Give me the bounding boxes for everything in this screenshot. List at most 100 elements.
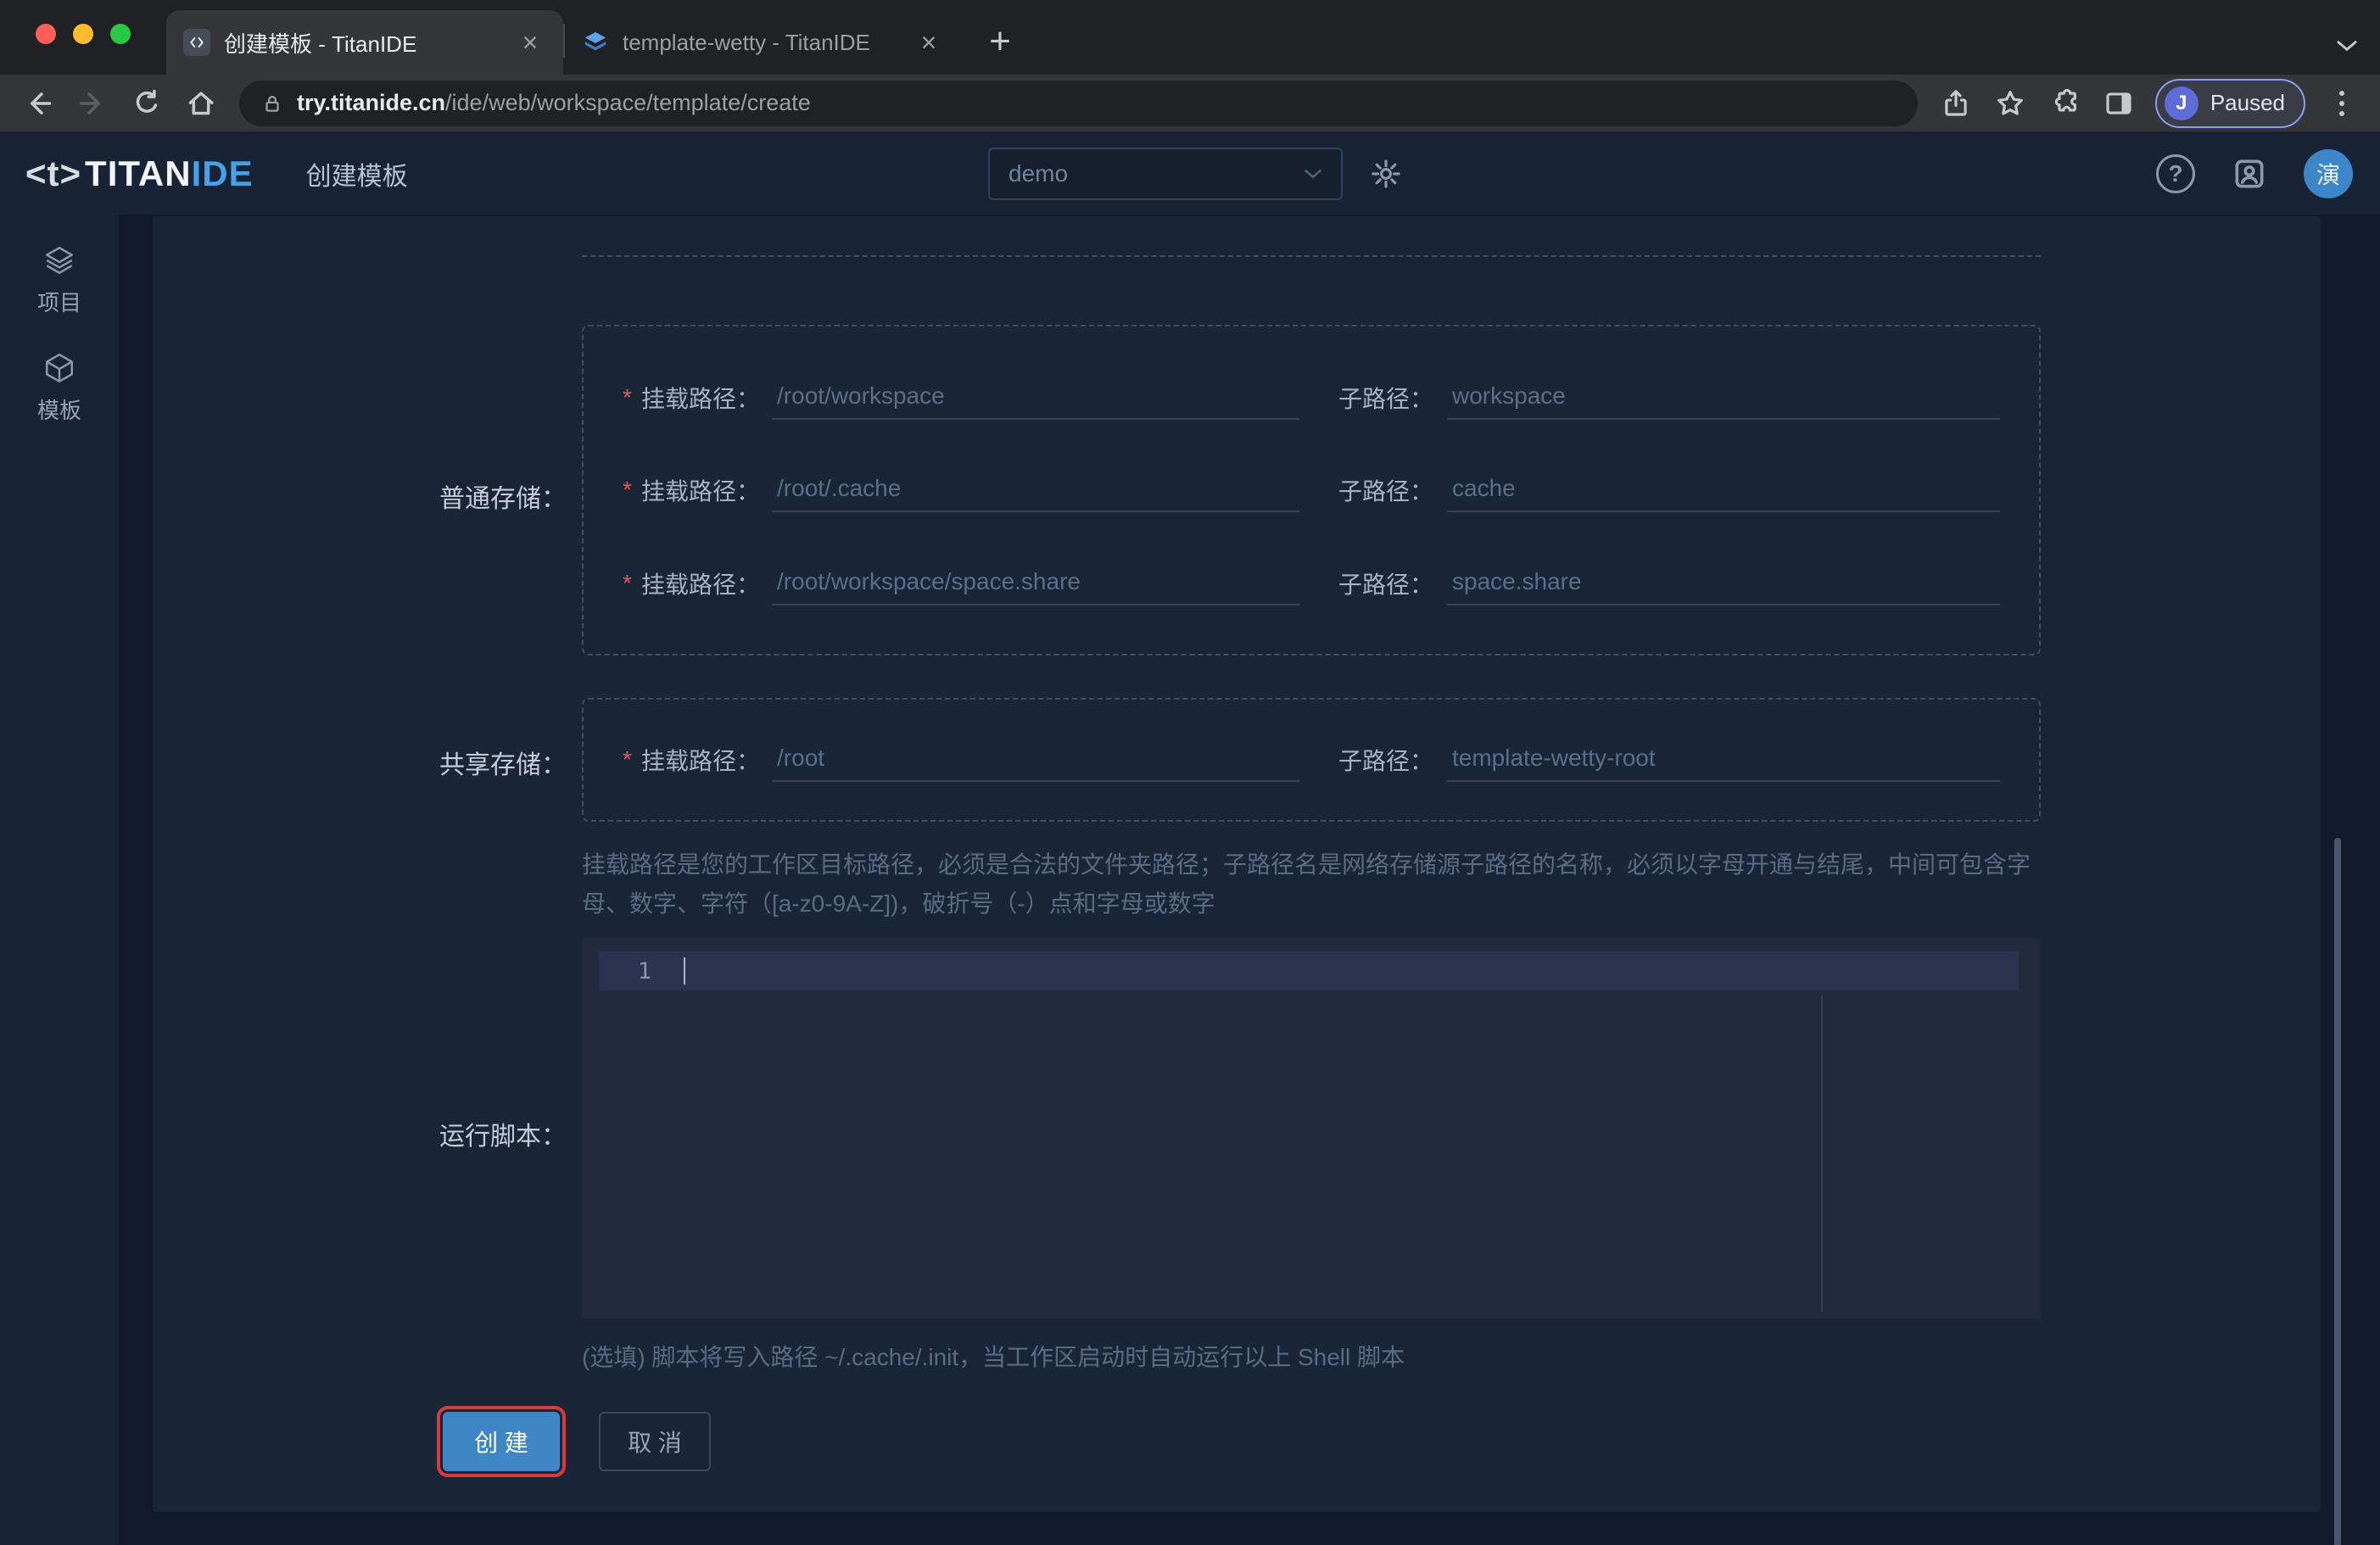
editor-ruler bbox=[1821, 996, 1823, 1312]
new-tab-button[interactable]: + bbox=[975, 17, 1025, 66]
url-text: try.titanide.cn/ide/web/workspace/templa… bbox=[297, 90, 811, 116]
shared-storage-label: 共享存储： bbox=[439, 751, 567, 779]
maximize-window-button[interactable] bbox=[110, 24, 131, 44]
editor-active-line: 1 bbox=[599, 951, 2019, 990]
tab-close-icon[interactable]: × bbox=[514, 26, 546, 59]
url-host: try.titanide.cn bbox=[297, 90, 446, 115]
workspace-select-value: demo bbox=[1008, 160, 1069, 187]
workspace-settings-button[interactable] bbox=[1357, 145, 1415, 203]
script-hint: (选填) 脚本将写入路径 ~/.cache/.init，当工作区启动时自动运行以… bbox=[582, 1344, 1405, 1370]
tabs: 创建模板 - TitanIDE × template-wetty - Titan… bbox=[166, 0, 1025, 75]
forward-button[interactable] bbox=[68, 79, 117, 128]
logo-main: TITAN bbox=[85, 153, 192, 193]
titanide-app: <t> TITAN IDE 创建模板 demo ? 演 项目 模板 普通存储： … bbox=[0, 133, 2380, 1545]
minimize-window-button[interactable] bbox=[73, 24, 93, 44]
mount-path-label: 挂载路径： bbox=[641, 571, 761, 598]
create-button[interactable]: 创 建 bbox=[437, 1406, 566, 1477]
path-rules-hint: 挂载路径是您的工作区目标路径，必须是合法的文件夹路径；子路径名是网络存储源子路径… bbox=[582, 851, 2031, 917]
sub-path-field bbox=[1447, 561, 2000, 605]
tab-title: 创建模板 - TitanIDE bbox=[224, 31, 417, 57]
user-avatar[interactable]: 演 bbox=[2304, 149, 2353, 198]
browser-tab-template-wetty[interactable]: template-wetty - TitanIDE × bbox=[565, 10, 962, 75]
sub-path-label: 子路径： bbox=[1338, 571, 1433, 598]
sidebar-item-label: 项目 bbox=[36, 290, 81, 315]
mount-path-field bbox=[772, 561, 1300, 605]
sidebar-item-templates[interactable]: 模板 bbox=[37, 351, 81, 425]
editor-cursor bbox=[684, 957, 685, 984]
reload-button[interactable] bbox=[122, 79, 171, 128]
tab-search-chevron-icon[interactable] bbox=[2336, 39, 2358, 53]
tab-title: template-wetty - TitanIDE bbox=[623, 29, 870, 55]
storage-row: * 挂载路径： 子路径： bbox=[623, 376, 2000, 420]
previous-group-edge bbox=[582, 255, 2041, 257]
screen: 创建模板 - TitanIDE × template-wetty - Titan… bbox=[0, 0, 2380, 1545]
cube-icon bbox=[45, 353, 73, 383]
sidebar-item-projects[interactable]: 项目 bbox=[37, 243, 81, 317]
sub-path-input[interactable] bbox=[1447, 745, 2000, 780]
mount-path-label: 挂载路径： bbox=[641, 478, 761, 505]
mount-path-input[interactable] bbox=[772, 382, 1300, 418]
page-title: 创建模板 bbox=[305, 163, 408, 191]
home-button[interactable] bbox=[176, 79, 226, 128]
url-bar[interactable]: try.titanide.cn/ide/web/workspace/templa… bbox=[239, 80, 1918, 126]
page-area: 普通存储： * 挂载路径： 子路径： * bbox=[119, 215, 2380, 1545]
normal-storage-label: 普通存储： bbox=[439, 485, 567, 513]
app-sidebar: 项目 模板 bbox=[0, 215, 119, 1545]
profile-chip[interactable]: J Paused bbox=[2154, 78, 2305, 128]
sub-path-label: 子路径： bbox=[1338, 385, 1433, 412]
run-script-label: 运行脚本： bbox=[439, 1123, 567, 1151]
back-button[interactable] bbox=[14, 79, 63, 128]
browser-menu-button[interactable] bbox=[2317, 79, 2366, 128]
required-asterisk: * bbox=[623, 569, 632, 596]
question-icon: ? bbox=[2168, 160, 2183, 187]
required-asterisk: * bbox=[623, 746, 632, 772]
extensions-puzzle-icon[interactable] bbox=[2040, 79, 2089, 128]
chevron-down-icon bbox=[1304, 168, 1322, 180]
lock-icon bbox=[261, 92, 283, 114]
workspace-select[interactable]: demo bbox=[988, 148, 1343, 200]
required-asterisk: * bbox=[623, 477, 632, 503]
traffic-lights bbox=[36, 24, 131, 44]
profile-status: Paused bbox=[2210, 90, 2285, 115]
layers-icon bbox=[45, 247, 73, 274]
sub-path-input[interactable] bbox=[1447, 567, 2000, 604]
mount-path-input[interactable] bbox=[772, 745, 1300, 780]
sub-path-field bbox=[1447, 468, 2000, 512]
normal-storage-group: * 挂载路径： 子路径： * 挂载路径： bbox=[582, 325, 2041, 655]
close-window-button[interactable] bbox=[36, 24, 56, 44]
code-favicon-icon bbox=[183, 29, 210, 56]
sub-path-field bbox=[1447, 738, 2000, 782]
help-button[interactable]: ? bbox=[2156, 154, 2195, 193]
sub-path-label: 子路径： bbox=[1338, 478, 1433, 505]
mount-path-input[interactable] bbox=[772, 475, 1300, 510]
titanide-logo: <t> TITAN IDE bbox=[25, 153, 254, 194]
mount-path-input[interactable] bbox=[772, 567, 1300, 604]
script-editor[interactable]: 1 bbox=[582, 938, 2041, 1319]
storage-row: * 挂载路径： 子路径： bbox=[623, 738, 2000, 782]
page-scrollbar[interactable] bbox=[2334, 838, 2341, 1545]
menu-dots-icon bbox=[2339, 90, 2344, 116]
sub-path-input[interactable] bbox=[1447, 475, 2000, 510]
app-header: <t> TITAN IDE 创建模板 demo ? 演 bbox=[0, 133, 2380, 215]
required-asterisk: * bbox=[623, 383, 632, 410]
help-center-button[interactable] bbox=[2231, 155, 2268, 192]
mount-path-label: 挂载路径： bbox=[641, 385, 761, 412]
mount-path-label: 挂载路径： bbox=[641, 748, 761, 774]
sub-path-label: 子路径： bbox=[1338, 748, 1433, 774]
side-panel-icon[interactable] bbox=[2094, 79, 2143, 128]
browser-tab-create-template[interactable]: 创建模板 - TitanIDE × bbox=[166, 10, 563, 75]
tab-close-icon[interactable]: × bbox=[913, 26, 945, 59]
browser-toolbar: try.titanide.cn/ide/web/workspace/templa… bbox=[0, 75, 2380, 132]
browser-tab-strip: 创建模板 - TitanIDE × template-wetty - Titan… bbox=[0, 0, 2380, 75]
cancel-button[interactable]: 取 消 bbox=[599, 1412, 711, 1471]
header-right: ? 演 bbox=[2156, 133, 2353, 215]
logo-mark: <t> bbox=[25, 153, 82, 193]
layers-favicon-icon bbox=[582, 29, 609, 56]
sub-path-input[interactable] bbox=[1447, 382, 2000, 418]
share-button[interactable] bbox=[1931, 79, 1981, 128]
logo-accent: IDE bbox=[191, 153, 254, 193]
mount-path-field bbox=[772, 738, 1300, 782]
bookmark-star-button[interactable] bbox=[1986, 79, 2035, 128]
profile-avatar: J bbox=[2164, 86, 2198, 120]
mount-path-field bbox=[772, 376, 1300, 420]
